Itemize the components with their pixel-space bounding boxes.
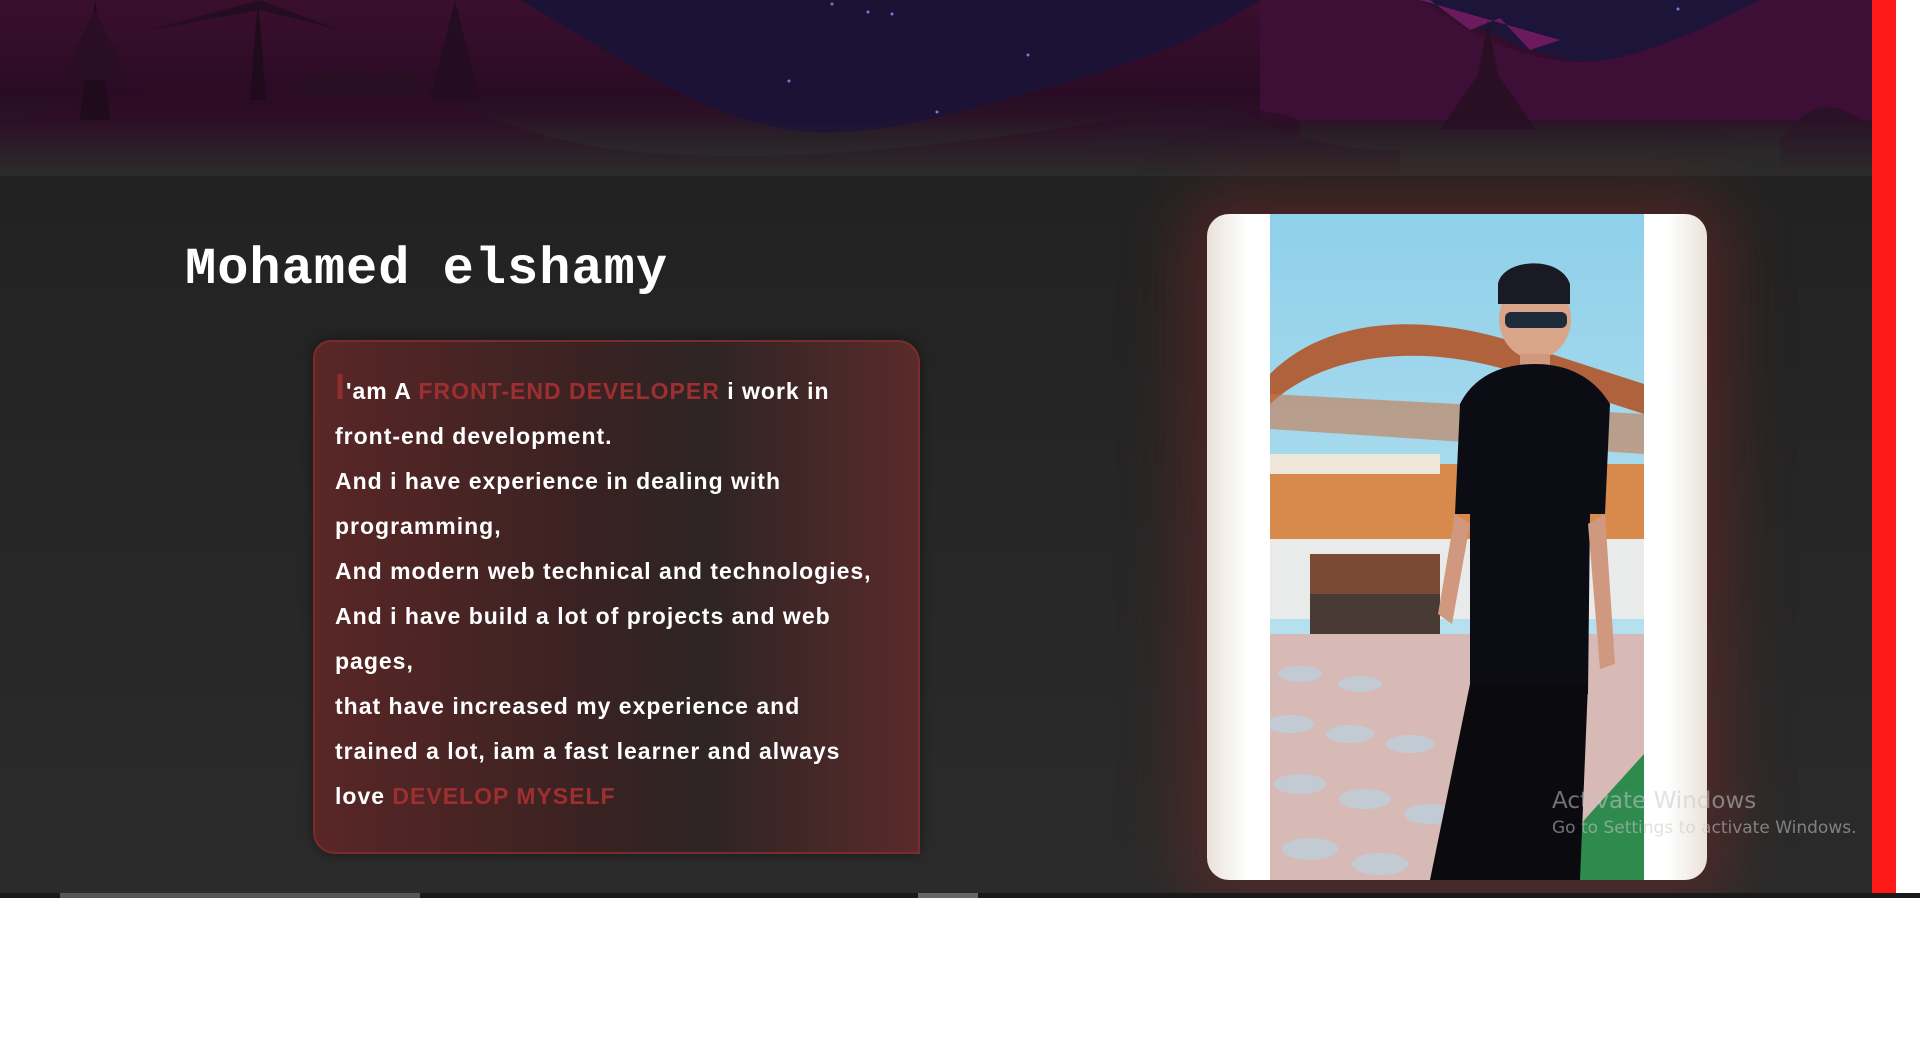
bio-line-1: I'am A FRONT-END DEVELOPER i work in (335, 364, 898, 414)
bio-line-8: that have increased my experience and (335, 693, 801, 719)
bio-line-7: pages, (335, 648, 414, 674)
bio-text: 'am A (346, 378, 419, 404)
bio-card: I'am A FRONT-END DEVELOPER i work in fro… (313, 340, 920, 854)
bio-text: i work in (719, 378, 830, 404)
bio-line-2: front-end development. (335, 423, 613, 449)
about-section: Mohamed elshamy I'am A FRONT-END DEVELOP… (0, 176, 1896, 895)
bio-line-3: And i have experience in dealing with (335, 468, 781, 494)
bio-text: love (335, 783, 393, 809)
bio-line-9: trained a lot, iam a fast learner and al… (335, 738, 841, 764)
vertical-scrollbar[interactable] (1872, 0, 1896, 895)
watermark-title: Activate Windows (1552, 788, 1757, 814)
blank-area (0, 898, 1920, 1042)
bio-first-letter: I (335, 366, 347, 407)
hero-banner (0, 0, 1896, 176)
bio-line-6: And i have build a lot of projects and w… (335, 603, 831, 629)
profile-photo (1270, 214, 1644, 880)
profile-photo-frame (1207, 214, 1707, 880)
watermark-subtitle: Go to Settings to activate Windows. (1552, 818, 1857, 838)
profile-photo-illustration (1270, 214, 1644, 880)
develop-highlight: DEVELOP MYSELF (392, 783, 616, 809)
profile-name: Mohamed elshamy (185, 240, 669, 299)
role-highlight: FRONT-END DEVELOPER (418, 378, 720, 404)
bio-line-5: And modern web technical and technologie… (335, 558, 872, 584)
bio-line-10: love DEVELOP MYSELF (335, 774, 898, 819)
windows-activation-watermark: Activate Windows Go to Settings to activ… (1552, 786, 1857, 840)
bio-line-4: programming, (335, 513, 502, 539)
landscape-illustration (0, 0, 1896, 176)
page-viewport: Mohamed elshamy I'am A FRONT-END DEVELOP… (0, 0, 1896, 895)
